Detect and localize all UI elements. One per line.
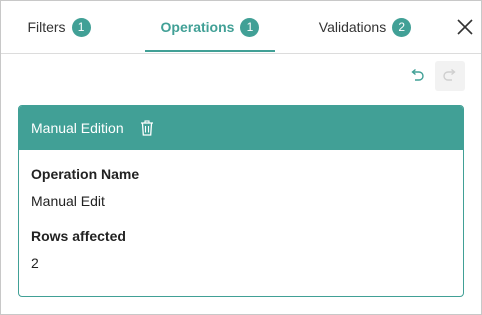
close-icon bbox=[457, 19, 473, 35]
operation-card-title: Manual Edition bbox=[31, 120, 124, 136]
operation-name-field: Operation Name Manual Edit bbox=[31, 164, 451, 211]
operation-card-header: Manual Edition bbox=[19, 106, 463, 150]
tab-filters-label: Filters bbox=[27, 19, 66, 35]
undo-button[interactable] bbox=[404, 63, 430, 89]
tab-filters-count-badge: 1 bbox=[71, 17, 91, 37]
tab-operations[interactable]: Operations 1 bbox=[145, 1, 275, 53]
active-tab-indicator bbox=[145, 50, 275, 52]
close-button[interactable] bbox=[453, 15, 477, 39]
operation-name-label: Operation Name bbox=[31, 166, 140, 182]
operations-panel: Filters 1 Operations 1 Validations 2 Man… bbox=[0, 0, 482, 315]
tab-operations-count-badge: 1 bbox=[240, 17, 260, 37]
operation-card: Manual Edition Operation Name Manual Edi… bbox=[18, 105, 464, 297]
redo-button[interactable] bbox=[435, 61, 465, 91]
operation-name-value: Manual Edit bbox=[31, 193, 105, 209]
tab-validations[interactable]: Validations 2 bbox=[311, 1, 419, 53]
rows-affected-label: Rows affected bbox=[31, 228, 126, 244]
tab-operations-label: Operations bbox=[160, 19, 235, 35]
rows-affected-value: 2 bbox=[31, 255, 39, 271]
tab-validations-label: Validations bbox=[318, 19, 387, 35]
redo-icon bbox=[443, 68, 456, 81]
rows-affected-field: Rows affected 2 bbox=[31, 226, 451, 273]
operation-card-body: Operation Name Manual Edit Rows affected… bbox=[19, 150, 463, 273]
tab-validations-count-badge: 2 bbox=[392, 17, 412, 37]
undo-icon bbox=[411, 68, 424, 81]
tab-filters[interactable]: Filters 1 bbox=[19, 1, 99, 53]
trash-icon bbox=[140, 120, 153, 136]
delete-operation-button[interactable] bbox=[138, 119, 156, 137]
tab-bar: Filters 1 Operations 1 Validations 2 bbox=[1, 1, 481, 54]
